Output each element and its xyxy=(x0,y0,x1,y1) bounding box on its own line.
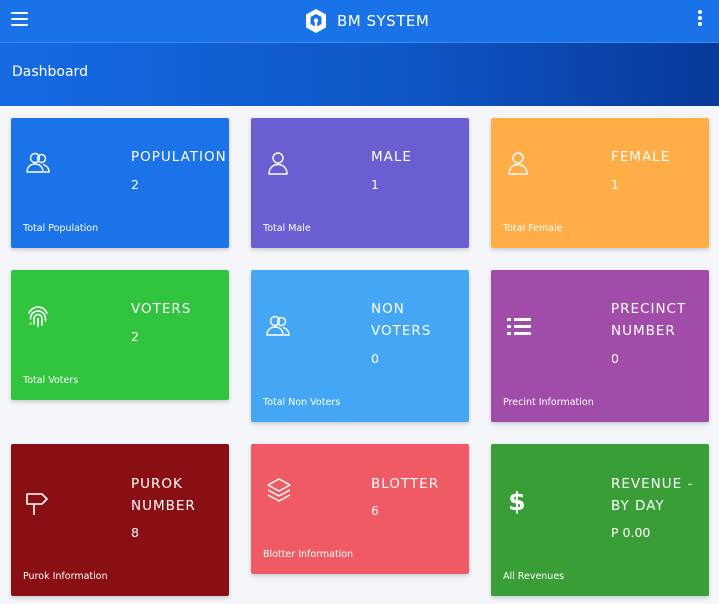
fingerprint-icon xyxy=(28,306,48,328)
card-footer: Total Female xyxy=(503,223,563,234)
brand-name: BM SYSTEM xyxy=(337,12,430,30)
card-footer: Total Male xyxy=(263,223,311,234)
card-footer: Total Non Voters xyxy=(263,397,341,408)
card-value: 6 xyxy=(371,503,379,518)
card-value: 1 xyxy=(371,177,379,192)
card-value: P 0.00 xyxy=(611,525,651,540)
card-voters[interactable]: VOTERS 2 Total Voters xyxy=(11,270,229,400)
card-label-line: PRECINCT xyxy=(611,301,687,317)
card-label-line: BY DAY xyxy=(611,498,665,514)
card-revenue-by-day[interactable]: $ REVENUE - BY DAY P 0.00 All Revenues xyxy=(491,444,709,596)
card-label-line: PUROK xyxy=(131,476,183,492)
logo-icon xyxy=(306,9,326,33)
card-footer: Precint Information xyxy=(503,397,594,408)
more-options-icon[interactable] xyxy=(697,10,703,28)
card-label-line: VOTERS xyxy=(371,323,432,339)
card-footer: Total Voters xyxy=(23,375,79,386)
card-value: 0 xyxy=(611,351,619,366)
card-label: MALE xyxy=(371,149,412,165)
brand[interactable]: BM SYSTEM xyxy=(305,7,429,35)
user-icon xyxy=(268,152,288,175)
card-footer: Total Population xyxy=(23,223,99,234)
card-label: FEMALE xyxy=(611,149,671,165)
card-label: BLOTTER xyxy=(371,476,440,492)
card-label: VOTERS xyxy=(131,301,192,317)
card-value: 2 xyxy=(131,177,139,192)
user-icon xyxy=(508,152,528,175)
card-value: 8 xyxy=(131,525,139,540)
card-footer: All Revenues xyxy=(503,571,565,582)
card-non-voters[interactable]: NON VOTERS 0 Total Non Voters xyxy=(251,270,469,422)
card-label-line: NON xyxy=(371,301,405,317)
card-female[interactable]: FEMALE 1 Total Female xyxy=(491,118,709,248)
layers-icon xyxy=(267,478,291,502)
card-footer: Blotter Information xyxy=(263,549,354,560)
list-icon xyxy=(507,318,531,335)
card-male[interactable]: MALE 1 Total Male xyxy=(251,118,469,248)
card-label: PRECINCT NUMBER xyxy=(611,298,686,342)
svg-text:$: $ xyxy=(508,487,525,516)
card-precinct-number[interactable]: PRECINCT NUMBER 0 Precint Information xyxy=(491,270,709,422)
card-label: POPULATION xyxy=(131,149,227,165)
signpost-icon xyxy=(26,493,48,515)
dollar-icon: $ xyxy=(508,487,525,516)
card-value: 2 xyxy=(131,329,139,344)
card-label: REVENUE - BY DAY xyxy=(611,473,693,517)
card-blotter[interactable]: BLOTTER 6 Blotter Information xyxy=(251,444,469,574)
users-icon xyxy=(26,152,50,173)
card-population[interactable]: POPULATION 2 Total Population xyxy=(11,118,229,248)
users-icon xyxy=(266,315,290,336)
card-value: 0 xyxy=(371,351,379,366)
card-label: NON VOTERS xyxy=(371,298,431,342)
card-label: PUROK NUMBER xyxy=(131,473,196,517)
page-header: Dashboard xyxy=(0,43,719,106)
card-label-line: NUMBER xyxy=(131,498,196,514)
card-value: 1 xyxy=(611,177,619,192)
card-label-line: REVENUE - xyxy=(611,476,694,492)
card-footer: Purok Information xyxy=(23,571,108,582)
page-title: Dashboard xyxy=(12,64,88,80)
menu-icon[interactable] xyxy=(11,12,28,26)
top-navbar: BM SYSTEM xyxy=(0,0,719,43)
card-label-line: NUMBER xyxy=(611,323,676,339)
card-purok-number[interactable]: PUROK NUMBER 8 Purok Information xyxy=(11,444,229,596)
